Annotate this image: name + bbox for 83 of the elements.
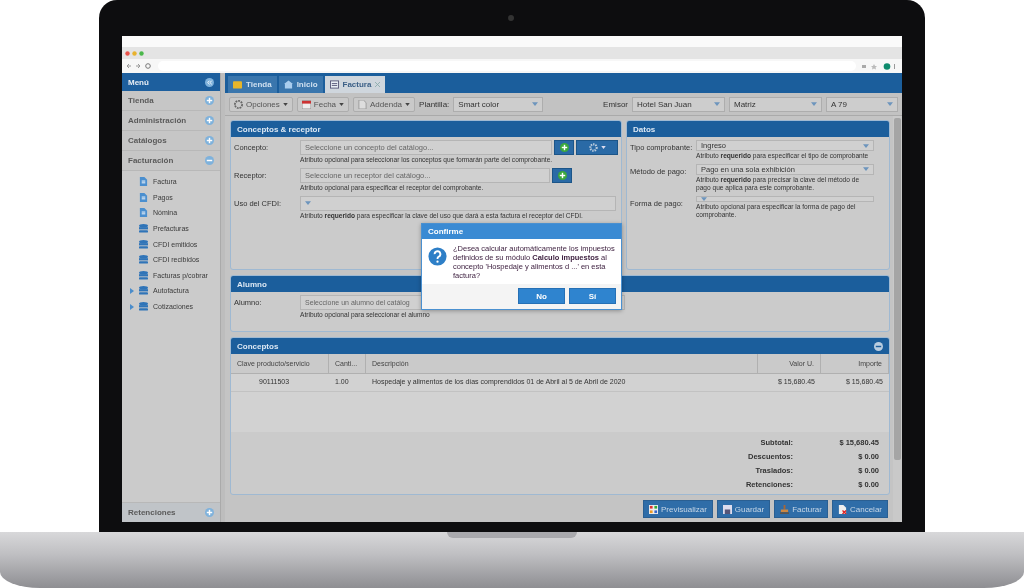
folder-icon [233, 80, 242, 89]
expand-icon[interactable] [205, 136, 214, 145]
save-icon [722, 504, 732, 514]
scrollbar[interactable] [893, 116, 902, 522]
dialog-title: Confirme [422, 224, 621, 239]
cancel-document-icon [838, 504, 847, 514]
browser-extensions-icon[interactable] [862, 62, 896, 70]
action-button[interactable]: Previsualizar [643, 500, 713, 518]
field-label: Emisor [603, 99, 628, 109]
grid-icon [649, 504, 659, 514]
collapse-icon[interactable] [205, 156, 214, 165]
sidebar-section[interactable]: Catálogos [122, 131, 220, 151]
collapse-icon[interactable] [205, 77, 214, 87]
menu-title: Menú [128, 77, 149, 87]
series-select[interactable]: A 79 [826, 96, 898, 112]
document-icon [139, 177, 148, 187]
gear-icon [234, 99, 243, 109]
expander-icon[interactable] [130, 303, 134, 310]
form-icon [329, 80, 339, 89]
tab[interactable]: Inicio [278, 76, 323, 93]
tab[interactable]: Tienda [228, 76, 277, 93]
home-icon [283, 80, 293, 89]
database-icon [139, 224, 148, 234]
caret-icon [405, 102, 411, 106]
dropdown-arrow-icon[interactable] [701, 196, 707, 201]
dropdown-arrow-icon[interactable] [714, 102, 720, 106]
calendar-icon [301, 99, 311, 109]
document-icon [139, 192, 148, 202]
database-icon [139, 286, 148, 296]
sidebar-section[interactable]: Administración [122, 111, 220, 131]
plus-icon [559, 143, 569, 152]
toolbar-button[interactable]: Fecha [296, 96, 350, 112]
action-button[interactable]: Guardar [716, 500, 771, 518]
panel-header: Conceptos & receptor [231, 121, 621, 137]
dropdown-arrow-icon[interactable] [532, 102, 539, 106]
panel-header: Datos [627, 121, 889, 137]
collapse-icon[interactable] [874, 341, 883, 351]
toolbar-button[interactable]: Opciones [229, 96, 293, 112]
sidebar-section[interactable]: Facturación [122, 151, 220, 171]
sidebar-section[interactable]: Tienda [122, 91, 220, 111]
settings-button[interactable] [576, 140, 618, 155]
database-icon [139, 239, 148, 249]
expander-icon[interactable] [130, 287, 134, 294]
add-button[interactable] [552, 167, 572, 183]
panel-header: Conceptos [231, 338, 889, 354]
navigation-icon[interactable] [126, 63, 152, 69]
database-icon [139, 270, 148, 280]
camera-icon [508, 15, 514, 21]
sidebar-section[interactable]: Retenciones [122, 502, 220, 522]
expand-icon[interactable] [205, 508, 214, 517]
caret-icon [339, 102, 345, 106]
action-button[interactable]: Facturar [774, 500, 828, 518]
dropdown-arrow-icon[interactable] [811, 102, 817, 106]
template-select[interactable]: Smart color [453, 96, 544, 112]
caret-icon [600, 146, 606, 149]
tab[interactable]: Factura [324, 76, 386, 93]
add-button[interactable] [554, 140, 574, 155]
caret-icon [282, 102, 288, 106]
database-icon [139, 255, 148, 265]
dropdown-arrow-icon[interactable] [863, 143, 869, 148]
toolbar-button[interactable]: Addenda [353, 96, 416, 112]
page-icon [358, 99, 368, 109]
database-icon [139, 302, 148, 312]
action-button[interactable]: Cancelar [832, 500, 888, 518]
combo-field[interactable] [300, 195, 616, 211]
expand-icon[interactable] [205, 96, 214, 105]
dialog-button[interactable]: Sí [569, 288, 616, 304]
dialog-button[interactable]: No [518, 288, 565, 304]
settings-icon [588, 143, 598, 152]
document-icon [139, 208, 148, 218]
dropdown-arrow-icon[interactable] [887, 102, 893, 106]
plus-icon [557, 170, 567, 180]
branch-select[interactable]: Matriz [729, 96, 822, 112]
close-icon[interactable] [375, 82, 381, 87]
dropdown-arrow-icon[interactable] [305, 201, 311, 206]
field-label: Plantilla: [419, 99, 450, 109]
select-field[interactable] [696, 195, 874, 202]
dropdown-arrow-icon[interactable] [863, 167, 869, 172]
stamp-icon [780, 504, 790, 514]
question-icon [428, 247, 447, 266]
window-controls-icon[interactable] [125, 50, 147, 56]
expand-icon[interactable] [205, 116, 214, 125]
issuer-select[interactable]: Hotel San Juan [632, 96, 725, 112]
